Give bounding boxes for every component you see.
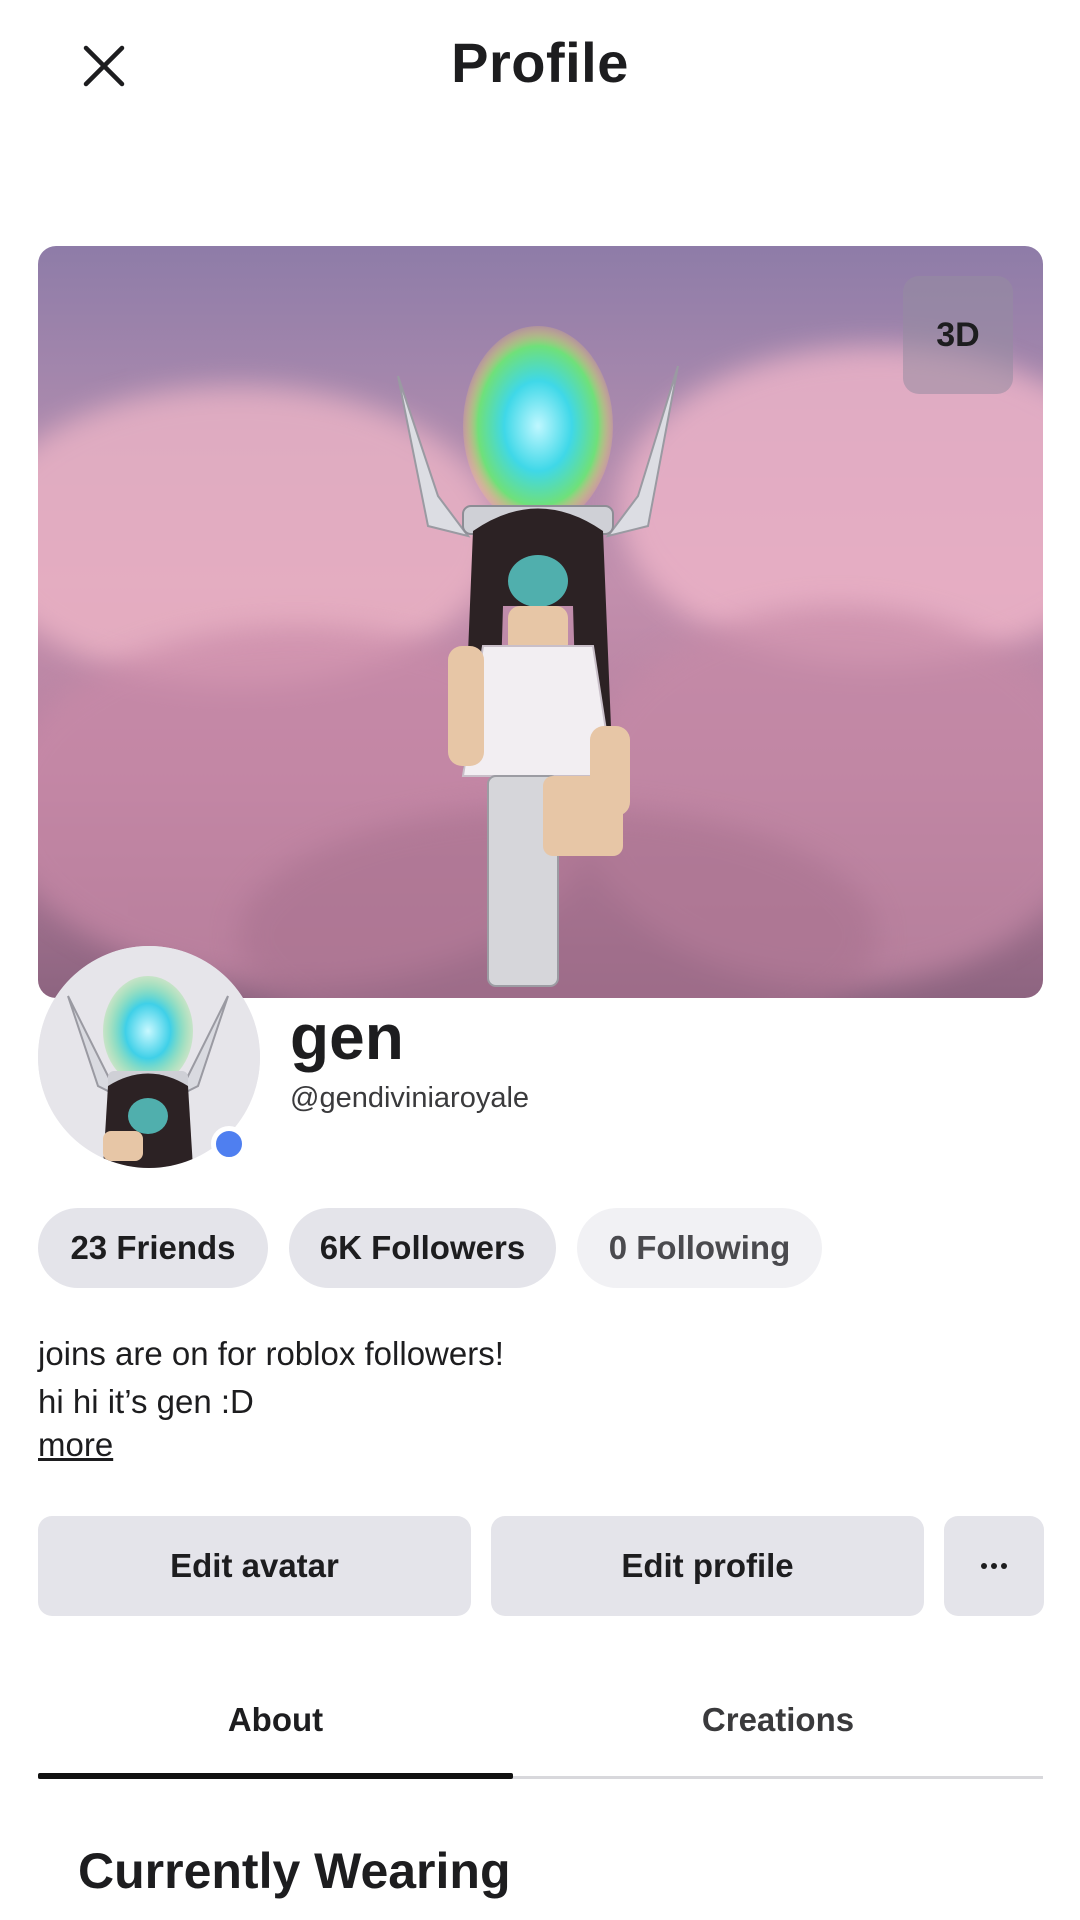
edit-profile-button[interactable]: Edit profile xyxy=(491,1516,924,1616)
followers-count-button[interactable]: 6K Followers xyxy=(289,1208,556,1288)
active-tab-indicator xyxy=(38,1773,513,1779)
bio-line: joins are on for roblox followers! xyxy=(38,1335,504,1372)
more-link[interactable]: more xyxy=(38,1426,113,1464)
edit-avatar-button[interactable]: Edit avatar xyxy=(38,1516,471,1616)
tab-creations[interactable]: Creations xyxy=(513,1660,1043,1780)
username: @gendiviniaroyale xyxy=(290,1082,530,1114)
page-title: Profile xyxy=(451,31,629,94)
section-title: Currently Wearing xyxy=(78,1843,511,1899)
bio-line: hi hi it’s gen :D xyxy=(38,1383,254,1420)
following-count-button[interactable]: 0 Following xyxy=(577,1208,822,1288)
ellipsis-icon xyxy=(981,1563,1007,1569)
friends-count-button[interactable]: 23 Friends xyxy=(38,1208,268,1288)
avatar-render xyxy=(397,326,679,987)
top-bar: Profile xyxy=(0,0,1080,130)
3d-view-toggle[interactable]: 3D xyxy=(903,276,1013,394)
more-options-button[interactable] xyxy=(944,1516,1044,1616)
display-name: gen xyxy=(290,1001,404,1073)
online-status-indicator xyxy=(211,1126,247,1162)
bio: joins are on for roblox followers! hi hi… xyxy=(38,1330,504,1426)
tab-about[interactable]: About xyxy=(38,1660,513,1780)
avatar-banner[interactable]: 3D xyxy=(38,246,1043,998)
